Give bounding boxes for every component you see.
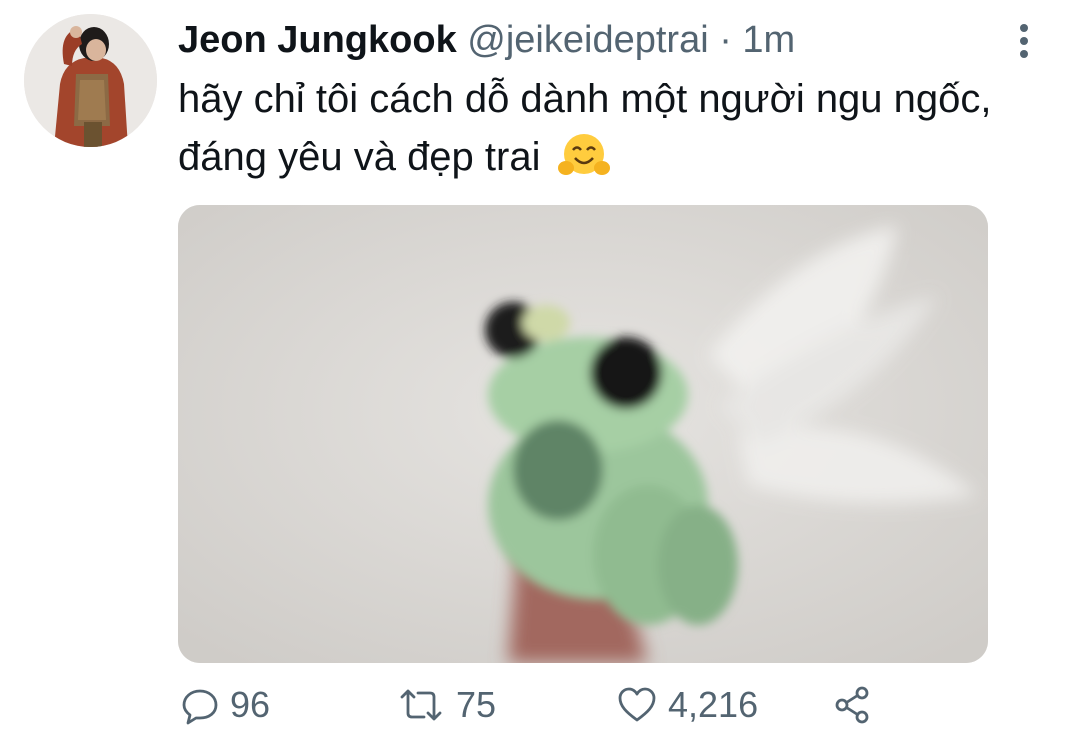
reply-button[interactable]: 96 bbox=[180, 680, 270, 730]
reply-icon bbox=[180, 685, 220, 725]
tweet-timestamp[interactable]: 1m bbox=[742, 19, 795, 61]
tweet-header: Jeon Jungkook @jeikeideptrai · 1m bbox=[178, 16, 1017, 64]
retweet-icon bbox=[396, 685, 446, 725]
reply-count: 96 bbox=[230, 684, 271, 725]
tweet-actions: 96 75 4,216 bbox=[178, 680, 998, 730]
author-handle[interactable]: @jeikeideptrai bbox=[467, 19, 708, 61]
tweet-media-image[interactable] bbox=[178, 205, 988, 663]
like-count: 4,216 bbox=[668, 684, 759, 725]
heart-icon bbox=[616, 685, 658, 725]
avatar-photo bbox=[24, 14, 157, 147]
share-icon bbox=[832, 685, 874, 725]
retweet-count: 75 bbox=[456, 684, 497, 725]
like-button[interactable]: 4,216 bbox=[616, 680, 758, 730]
share-button[interactable] bbox=[832, 680, 874, 730]
separator-dot: · bbox=[719, 19, 732, 61]
retweet-button[interactable]: 75 bbox=[396, 680, 496, 730]
hugging-face-emoji-icon bbox=[557, 132, 610, 194]
author-name[interactable]: Jeon Jungkook bbox=[178, 19, 457, 61]
tweet-text: hãy chỉ tôi cách dỗ dành một người ngu n… bbox=[178, 70, 1018, 194]
more-options-icon[interactable] bbox=[1012, 22, 1036, 62]
author-avatar[interactable] bbox=[24, 14, 157, 147]
frog-with-wings-photo bbox=[178, 205, 988, 663]
